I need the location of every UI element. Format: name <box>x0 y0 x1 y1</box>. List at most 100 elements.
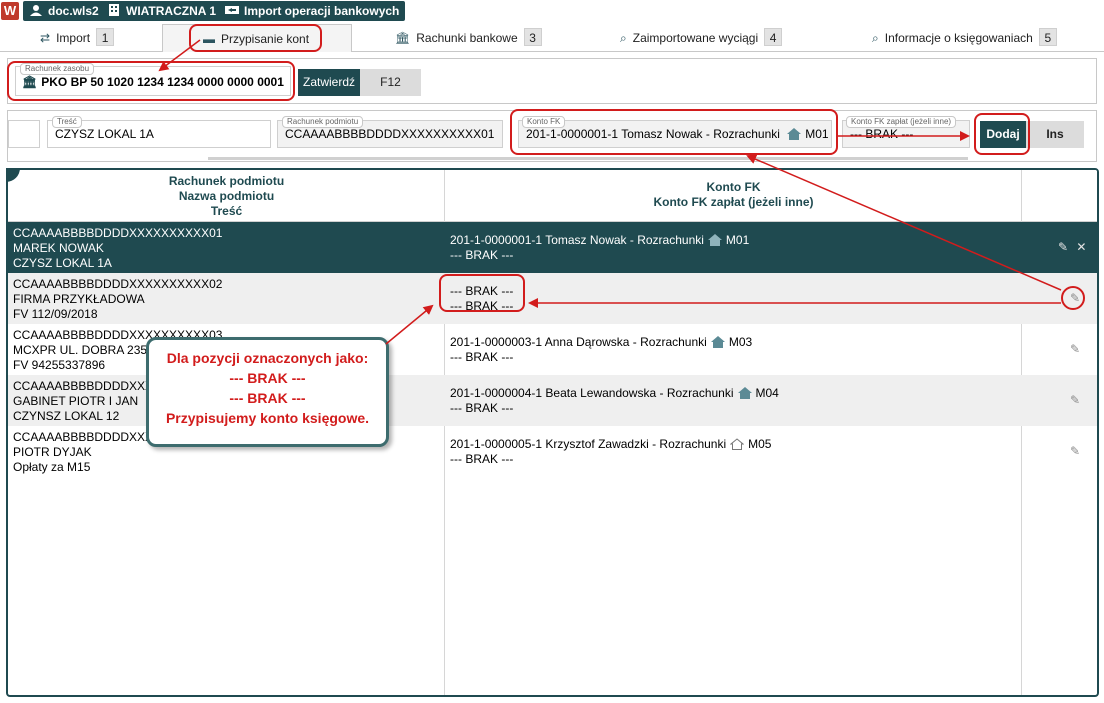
home-icon <box>707 234 722 246</box>
rachunek-podmiotu-label: Rachunek podmiotu <box>282 116 364 128</box>
row-fk: --- BRAK --- <box>450 284 514 298</box>
callout-line: Dla pozycji oznaczonych jako: <box>166 350 369 366</box>
home-outline-icon <box>730 438 745 450</box>
row-actions: ✎ <box>1070 444 1097 459</box>
building-chip-label: WIATRACZNA 1 <box>126 4 216 18</box>
row-fk-code: M05 <box>748 437 772 451</box>
row-fk-pay: --- BRAK --- <box>450 248 514 262</box>
file-chip-label: doc.wls2 <box>48 4 99 18</box>
row-fk-code: M01 <box>725 233 750 247</box>
row-konto-cell: 201-1-0000004-1 Beata Lewandowska - Rozr… <box>450 386 1020 416</box>
user-icon <box>30 5 42 16</box>
konto-fk-label: Konto FK <box>522 116 566 128</box>
tab-bar: ⇄ Import 1 ▬ Przypisanie kont 🏛 Rachunki ban… <box>0 24 1104 52</box>
folder-icon: ▬ <box>203 32 215 46</box>
home-icon <box>737 387 752 399</box>
table-row[interactable]: CCAAAABBBBDDDDXXXXXXXXXX01 MAREK NOWAK C… <box>8 222 1097 273</box>
row-fk-pay: --- BRAK --- <box>450 299 514 313</box>
edit-icon[interactable]: ✎ <box>1070 342 1080 356</box>
tab-rachunki-label: Rachunki bankowe <box>416 31 518 45</box>
row-actions: ✎ <box>1070 291 1097 306</box>
magnifier-icon: ⌕ <box>872 31 879 45</box>
row-fk: 201-1-0000005-1 Krzysztof Zawadzki - Roz… <box>450 437 727 451</box>
header-konto-zaplat: Konto FK zapłat (jeżeli inne) <box>653 195 814 209</box>
header-col-account[interactable]: Rachunek podmiotu Nazwa podmiotu Treść <box>8 170 445 222</box>
table-row[interactable]: CCAAAABBBBDDDDXXXXXXXXXX02 FIRMA PRZYKŁA… <box>8 273 1097 324</box>
row-text: Opłaty za M15 <box>13 460 91 474</box>
row-name: FIRMA PRZYKŁADOWA <box>13 292 145 306</box>
add-button[interactable]: Dodaj <box>980 121 1026 148</box>
tab-informacje-number: 5 <box>1038 28 1057 46</box>
tab-wyciagi[interactable]: ⌕ Zaimportowane wyciągi 4 <box>620 24 783 52</box>
row-fk: 201-1-0000001-1 Tomasz Nowak - Rozrachun… <box>450 233 704 247</box>
tab-rachunki-number: 3 <box>523 28 542 46</box>
edit-icon[interactable]: ✎ <box>1070 291 1080 305</box>
row-account-cell: CCAAAABBBBDDDDXXXXXXXXXX01 MAREK NOWAK C… <box>13 226 443 271</box>
transfer-icon: ⇄ <box>40 31 51 45</box>
konto-zaplat-label: Konto FK zapłat (jeżeli inne) <box>846 116 957 128</box>
confirm-button[interactable]: Zatwierdź <box>298 69 360 96</box>
header-rachunek: Rachunek podmiotu <box>168 174 285 188</box>
row-text: CZYSZ LOKAL 1A <box>13 256 112 270</box>
row-name: MAREK NOWAK <box>13 241 104 255</box>
row-text: FV 112/09/2018 <box>13 307 98 321</box>
edit-icon[interactable]: ✎ <box>1070 444 1080 458</box>
delete-icon[interactable]: ✕ <box>1076 240 1086 254</box>
row-konto-cell: --- BRAK --- --- BRAK --- <box>450 284 1020 314</box>
row-account: CCAAAABBBBDDDDXXXXXXXXXX02 <box>13 277 223 291</box>
left-stub-field[interactable] <box>8 120 40 148</box>
row-name: PIOTR DYJAK <box>13 445 92 459</box>
top-bar: W doc.wls2 WIATRACZNA 1 Import operacji … <box>0 0 1104 22</box>
tab-wyciagi-number: 4 <box>764 28 783 46</box>
bank-icon: 🏛 <box>395 31 411 45</box>
bank-icon: 🏛 <box>22 75 38 89</box>
import-chip-label: Import operacji bankowych <box>244 4 400 18</box>
import-icon <box>225 6 239 14</box>
tab-informacje[interactable]: ⌕ Informacje o księgowaniach 5 <box>872 24 1057 52</box>
header-col-konto[interactable]: Konto FK Konto FK zapłat (jeżeli inne) <box>445 170 1022 222</box>
tab-wyciagi-label: Zaimportowane wyciągi <box>632 31 759 45</box>
row-fk-code: M04 <box>755 386 779 400</box>
konto-fk-code: M01 <box>805 127 829 141</box>
tab-przypisanie[interactable]: ▬ Przypisanie kont <box>162 24 352 52</box>
horizontal-scrollbar[interactable] <box>208 157 968 160</box>
tab-rachunki[interactable]: 🏛 Rachunki bankowe 3 <box>395 24 542 52</box>
building-icon <box>109 4 119 16</box>
row-konto-cell: 201-1-0000003-1 Anna Dąrowska - Rozrachu… <box>450 335 1020 365</box>
app-logo: W <box>1 2 19 20</box>
konto-fk-field[interactable]: 201-1-0000001-1 Tomasz Nowak - Rozrachun… <box>518 120 832 148</box>
tab-import[interactable]: ⇄ Import 1 <box>40 24 115 52</box>
callout-line: Przypisujemy konto księgowe. <box>165 410 370 426</box>
callout-line: --- BRAK --- <box>229 390 306 406</box>
row-konto-cell: 201-1-0000005-1 Krzysztof Zawadzki - Roz… <box>450 437 1020 467</box>
row-konto-cell: 201-1-0000001-1 Tomasz Nowak - Rozrachun… <box>450 233 1020 263</box>
import-chip[interactable]: Import operacji bankowych <box>219 1 406 21</box>
row-fk-pay: --- BRAK --- <box>450 350 514 364</box>
confirm-shortcut-key[interactable]: F12 <box>360 69 421 96</box>
row-fk-pay: --- BRAK --- <box>450 401 514 415</box>
header-nazwa: Nazwa podmiotu <box>178 189 275 203</box>
konto-fk-value: 201-1-0000001-1 Tomasz Nowak - Rozrachun… <box>526 127 780 141</box>
tab-import-label: Import <box>56 31 91 45</box>
edit-icon[interactable]: ✎ <box>1070 393 1080 407</box>
table-header: Rachunek podmiotu Nazwa podmiotu Treść K… <box>8 170 1097 222</box>
tresc-label: Treść <box>52 116 82 128</box>
header-tresc: Treść <box>210 204 243 218</box>
add-shortcut-key[interactable]: Ins <box>1026 121 1084 148</box>
magnifier-icon: ⌕ <box>620 31 627 45</box>
file-chip[interactable]: doc.wls2 <box>23 1 105 21</box>
tab-informacje-label: Informacje o księgowaniach <box>884 31 1033 45</box>
home-icon <box>710 336 725 348</box>
resource-account-label: Rachunek zasobu <box>20 63 95 75</box>
callout-line: --- BRAK --- <box>229 370 306 386</box>
row-actions: ✎ <box>1070 342 1097 357</box>
tab-przypisanie-label: Przypisanie kont <box>221 32 310 46</box>
row-actions: ✎ ✕ <box>1058 240 1097 255</box>
building-chip[interactable]: WIATRACZNA 1 <box>101 1 222 21</box>
header-konto-fk: Konto FK <box>706 180 761 194</box>
row-actions: ✎ <box>1070 393 1097 408</box>
edit-icon[interactable]: ✎ <box>1058 240 1068 254</box>
tab-import-number: 1 <box>96 28 115 46</box>
home-icon <box>787 128 802 140</box>
row-account: CCAAAABBBBDDDDXXXXXXXXXX01 <box>13 226 223 240</box>
